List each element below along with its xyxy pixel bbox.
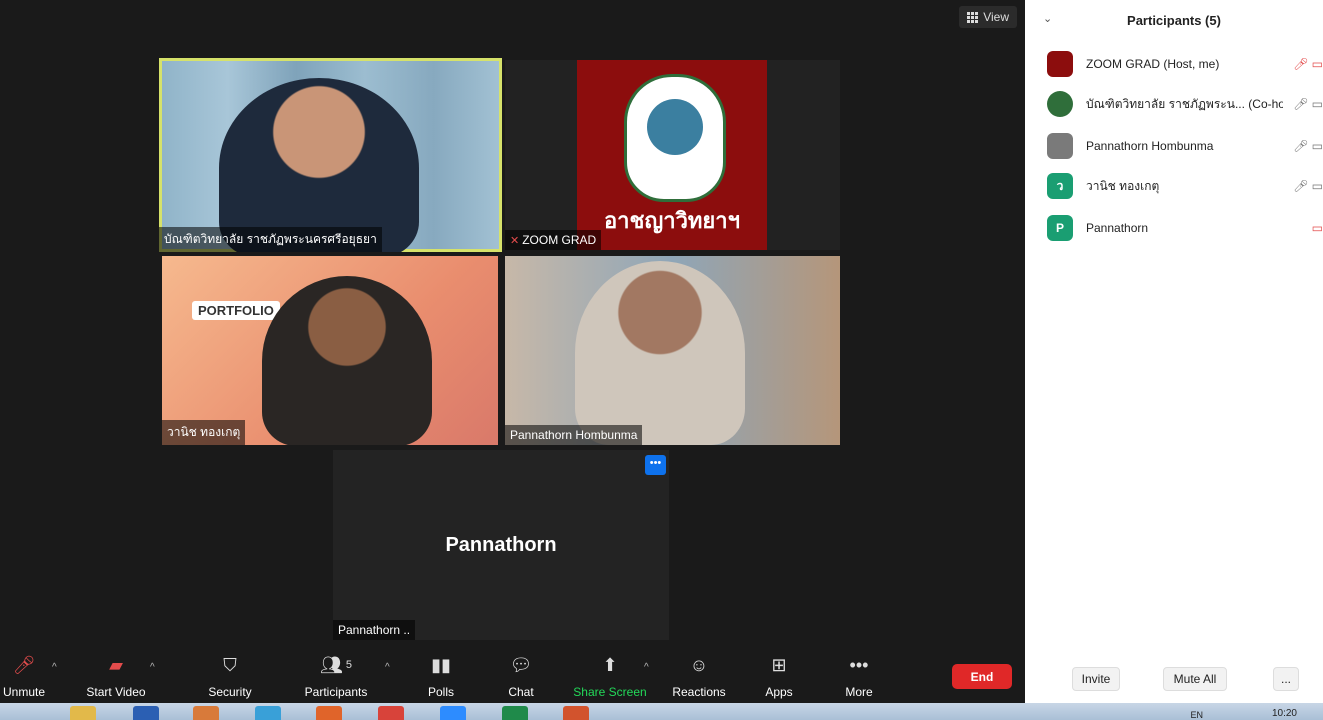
video-off-icon: ▰ bbox=[109, 654, 123, 675]
mic-icon[interactable]: 🎤︎ bbox=[1293, 97, 1308, 111]
view-label: View bbox=[983, 10, 1009, 24]
participant-row[interactable]: ZOOM GRAD (Host, me) 🎤︎ ▭ bbox=[1047, 49, 1323, 79]
share-screen-button[interactable]: ⬆ Share Screen bbox=[570, 650, 650, 700]
security-button[interactable]: ⛉ Security bbox=[190, 650, 270, 700]
view-button[interactable]: View bbox=[959, 6, 1017, 28]
video-off-icon[interactable]: ▭ bbox=[1312, 221, 1323, 235]
unmute-button[interactable]: 🎤︎ Unmute bbox=[0, 650, 64, 700]
participant-name: Pannathorn Hombunma bbox=[1086, 139, 1214, 153]
polls-icon: ▮▮ bbox=[431, 654, 451, 675]
apps-icon: ⊞ bbox=[771, 654, 787, 675]
participant-name: วานิช ทองเกตุ bbox=[1086, 178, 1160, 193]
participant-row[interactable]: Pannathorn Hombunma 🎤︎ ▭ bbox=[1047, 131, 1323, 161]
seal-icon bbox=[624, 74, 726, 202]
participant-row[interactable]: P Pannathorn ▭ bbox=[1047, 213, 1323, 243]
mute-all-button[interactable]: Mute All bbox=[1163, 667, 1227, 691]
app-icon[interactable] bbox=[193, 706, 219, 720]
chat-icon: 💬︎ bbox=[509, 654, 533, 675]
participants-icon: 👥︎ 5 bbox=[320, 654, 352, 675]
tile-name: Pannathorn .. bbox=[333, 620, 416, 640]
participant-name: ZOOM GRAD (Host, me) bbox=[1086, 57, 1220, 71]
powerpoint-icon[interactable] bbox=[563, 706, 589, 720]
avatar bbox=[1047, 51, 1073, 77]
share-options-caret-icon[interactable]: ^ bbox=[644, 662, 649, 673]
reactions-button[interactable]: ☺ Reactions bbox=[659, 650, 739, 700]
tile-more-button[interactable]: ••• bbox=[645, 455, 666, 475]
participants-options-caret-icon[interactable]: ^ bbox=[385, 662, 390, 673]
tile-name: ✕ ZOOM GRAD bbox=[505, 230, 602, 250]
video-tile-wanich[interactable]: PORTFOLIO วานิช ทองเกตุ bbox=[162, 256, 498, 445]
panel-title: Participants (5) bbox=[1127, 13, 1221, 28]
participant-row[interactable]: ว วานิช ทองเกตุ 🎤︎ ▭ bbox=[1047, 171, 1323, 201]
video-off-icon[interactable]: ▭ bbox=[1312, 57, 1323, 71]
chat-button[interactable]: 💬︎ Chat bbox=[481, 650, 561, 700]
participant-role: (Co-host) bbox=[1248, 96, 1283, 111]
logo-text: อาชญาวิทยาฯ bbox=[603, 208, 741, 233]
participant-name: บัณฑิตวิทยาลัย ราชภัฏพระน... bbox=[1086, 96, 1245, 111]
clock[interactable]: 10:20 bbox=[1272, 708, 1297, 719]
portfolio-banner: PORTFOLIO bbox=[192, 301, 280, 320]
video-options-caret-icon[interactable]: ^ bbox=[150, 662, 155, 673]
avatar bbox=[1047, 91, 1073, 117]
audio-options-caret-icon[interactable]: ^ bbox=[52, 662, 57, 673]
language-indicator[interactable]: EN bbox=[1190, 710, 1203, 720]
meeting-area: View บัณฑิตวิทยาลัย ราชภัฏพระนครศรีอยุธย… bbox=[0, 0, 1025, 703]
avatar: ว bbox=[1047, 173, 1073, 199]
share-screen-icon: ⬆ bbox=[602, 654, 618, 675]
participant-display-name: Pannathorn bbox=[445, 534, 557, 556]
video-tile-pannathorn[interactable]: ••• Pannathorn Pannathorn .. bbox=[333, 450, 669, 640]
more-dots-icon: ••• bbox=[849, 654, 869, 675]
tile-name: วานิช ทองเกตุ bbox=[162, 420, 246, 445]
avatar: P bbox=[1047, 215, 1073, 241]
meeting-toolbar: 🎤︎ Unmute ^ ▰ Start Video ^ ⛉ Security 👥… bbox=[0, 650, 1025, 703]
firefox-icon[interactable] bbox=[316, 706, 342, 720]
avatar bbox=[1047, 133, 1073, 159]
profile-logo: อาชญาวิทยาฯ bbox=[577, 60, 767, 250]
end-meeting-button[interactable]: End bbox=[952, 664, 1012, 689]
apps-button[interactable]: ⊞ Apps bbox=[739, 650, 819, 700]
panel-more-button[interactable]: ... bbox=[1273, 667, 1299, 691]
mic-icon[interactable]: 🎤︎ bbox=[1293, 179, 1308, 193]
word-icon[interactable] bbox=[133, 706, 159, 720]
participant-row[interactable]: บัณฑิตวิทยาลัย ราชภัฏพระน... (Co-host) 🎤… bbox=[1047, 89, 1323, 119]
video-tile-active-speaker[interactable]: บัณฑิตวิทยาลัย ราชภัฏพระนครศรีอยุธยา bbox=[159, 58, 502, 252]
excel-icon[interactable] bbox=[502, 706, 528, 720]
video-icon[interactable]: ▭ bbox=[1312, 139, 1323, 153]
video-tile-pannathorn-hombunma[interactable]: Pannathorn Hombunma bbox=[505, 256, 840, 445]
browser-icon[interactable] bbox=[255, 706, 281, 720]
participants-panel: ⌄ Participants (5) ZOOM GRAD (Host, me) … bbox=[1025, 0, 1323, 703]
mic-icon[interactable]: 🎤︎ bbox=[1293, 139, 1308, 153]
participant-video bbox=[219, 78, 419, 252]
start-video-button[interactable]: ▰ Start Video bbox=[76, 650, 156, 700]
participant-video bbox=[262, 276, 432, 445]
chrome-icon[interactable] bbox=[378, 706, 404, 720]
reactions-icon: ☺ bbox=[689, 654, 709, 675]
mic-muted-icon: ✕ bbox=[510, 235, 520, 247]
grid-icon bbox=[967, 11, 979, 23]
video-icon[interactable]: ▭ bbox=[1312, 179, 1323, 193]
tile-name: Pannathorn Hombunma bbox=[505, 425, 643, 445]
taskbar: EN 10:20 bbox=[0, 703, 1323, 720]
polls-button[interactable]: ▮▮ Polls bbox=[401, 650, 481, 700]
more-button[interactable]: ••• More bbox=[819, 650, 899, 700]
tile-name: บัณฑิตวิทยาลัย ราชภัฏพระนครศรีอยุธยา bbox=[159, 227, 382, 252]
zoom-icon[interactable] bbox=[440, 706, 466, 720]
invite-button[interactable]: Invite bbox=[1072, 667, 1120, 691]
participant-video bbox=[575, 261, 745, 445]
participant-name: Pannathorn bbox=[1086, 221, 1149, 235]
folder-icon[interactable] bbox=[70, 706, 96, 720]
participants-button[interactable]: 👥︎ 5 Participants bbox=[296, 650, 376, 700]
video-tile-zoom-grad[interactable]: อาชญาวิทยาฯ ✕ ZOOM GRAD bbox=[505, 60, 840, 250]
video-icon[interactable]: ▭ bbox=[1312, 97, 1323, 111]
shield-icon: ⛉ bbox=[223, 654, 237, 675]
mic-muted-icon[interactable]: 🎤︎ bbox=[1293, 57, 1308, 71]
